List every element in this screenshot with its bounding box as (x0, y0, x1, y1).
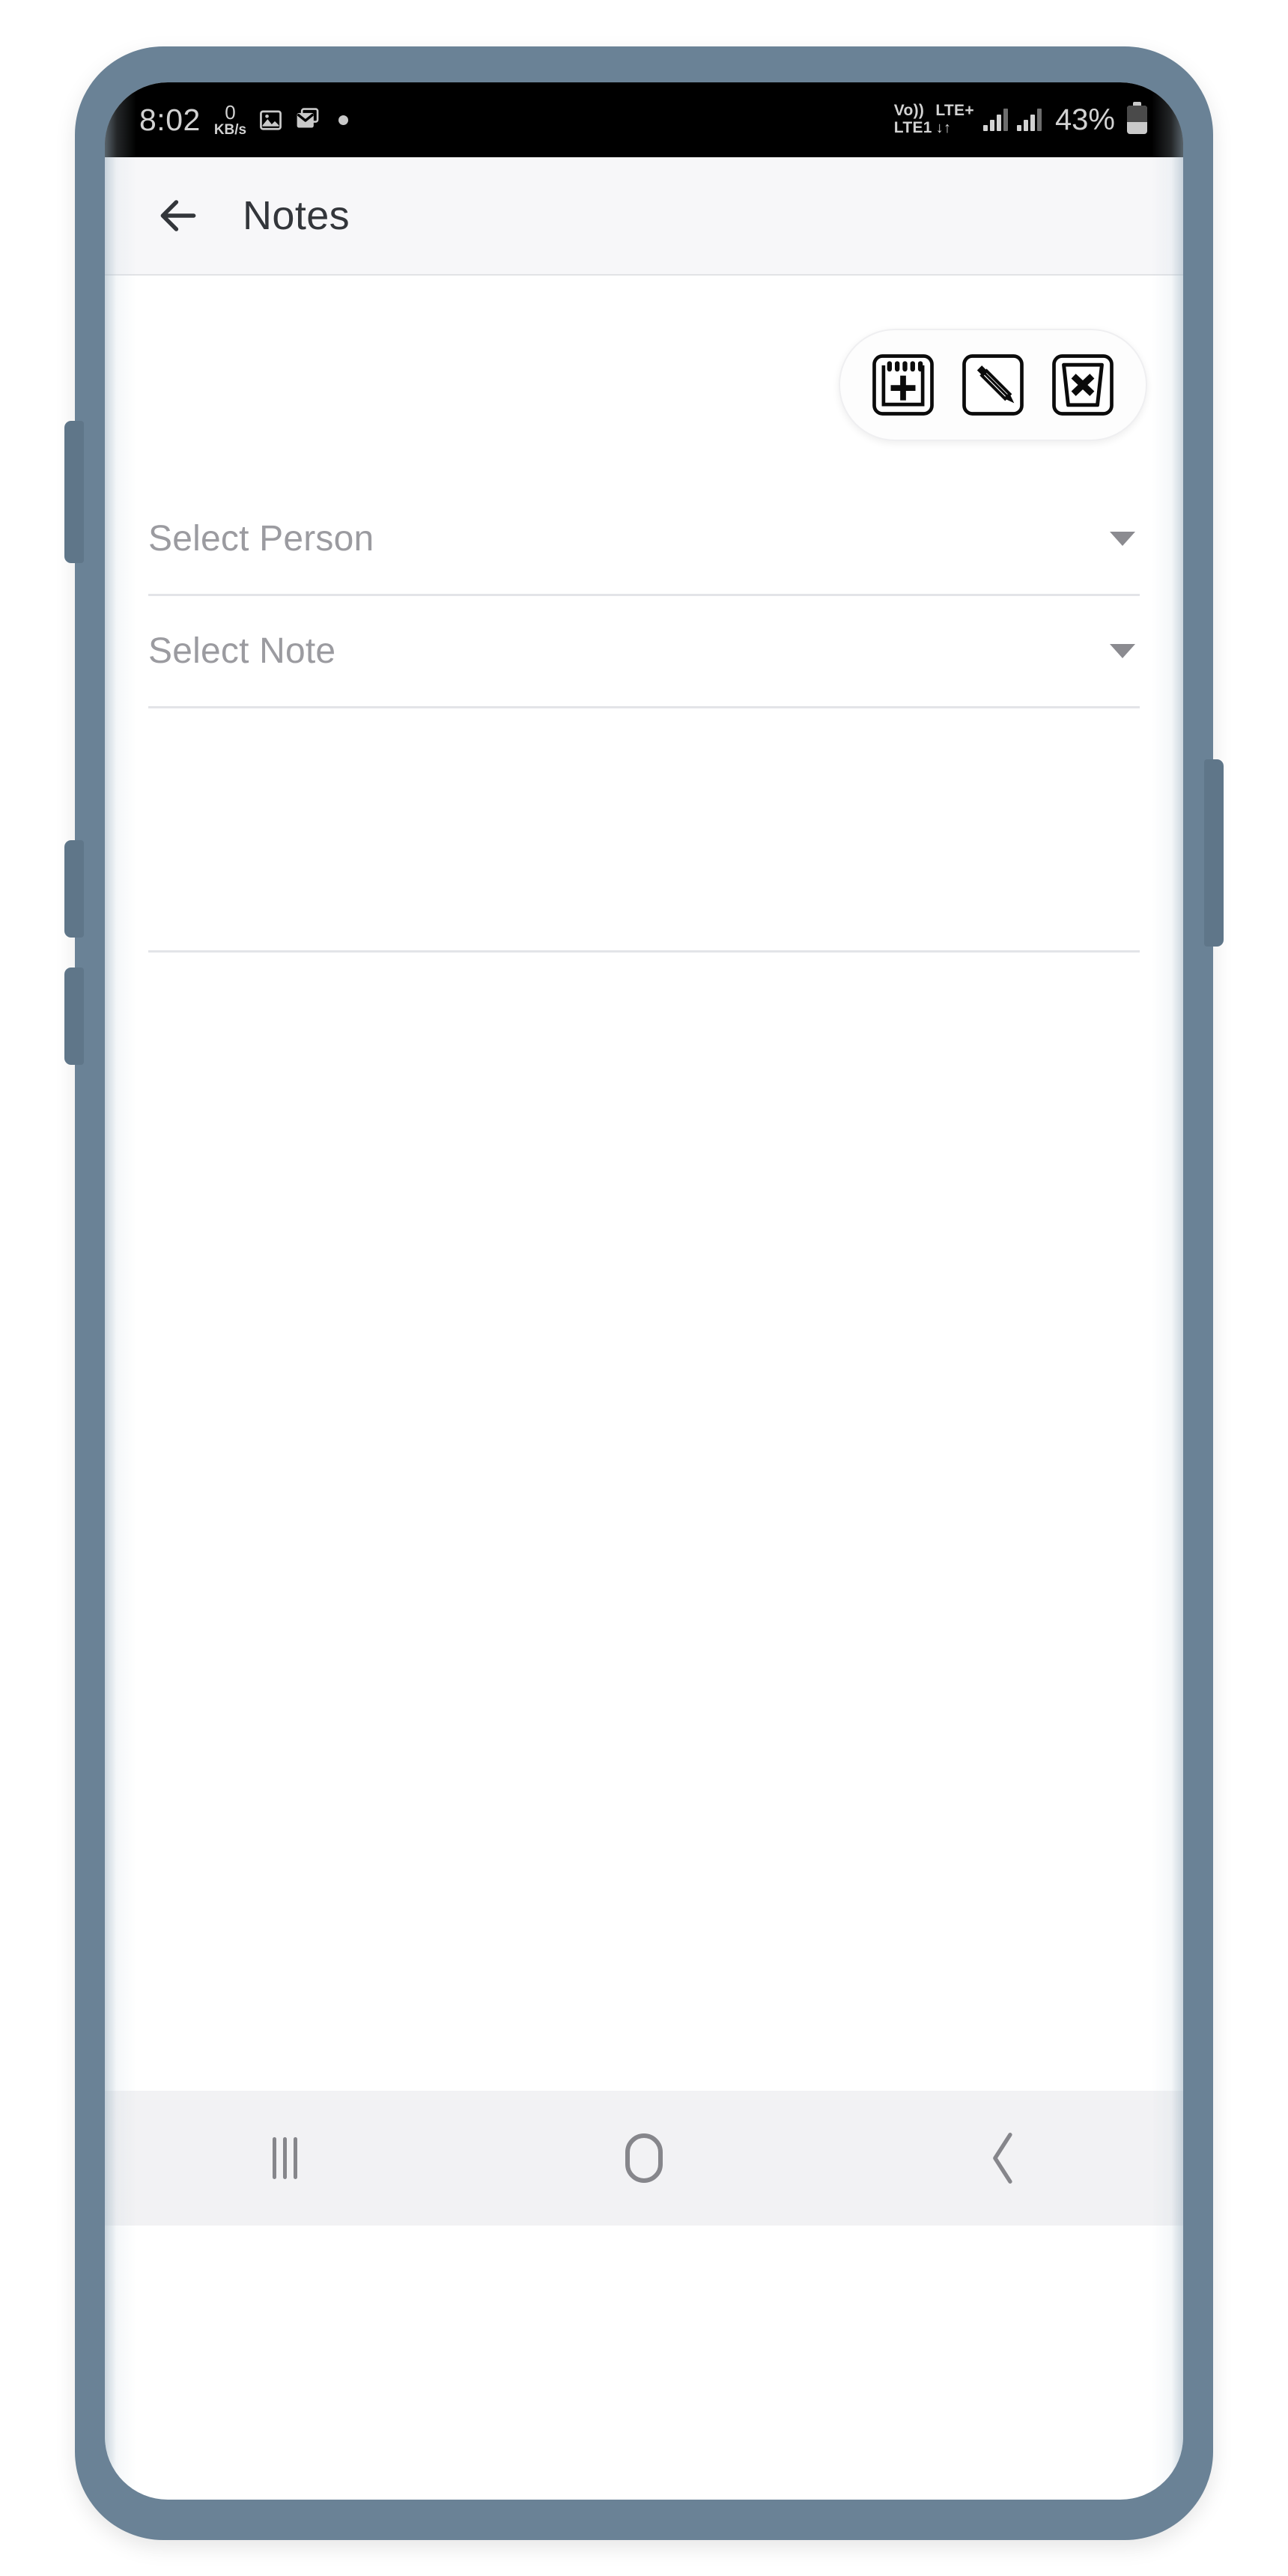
select-person-label: Select Person (148, 519, 374, 559)
system-navigation-bar (105, 2091, 1183, 2226)
signal-strength-sim1-icon (982, 109, 1008, 131)
image-icon (258, 108, 283, 133)
status-bar-right-group: Vo)) LTE+ LTE1 ↓↑ 43% (893, 102, 1147, 136)
network-speed-value: 0 (225, 101, 236, 124)
select-person-dropdown[interactable]: Select Person (148, 484, 1140, 596)
caret-down-icon (1110, 644, 1135, 658)
note-actions-toolbar (839, 329, 1147, 441)
battery-percent-label: 43% (1054, 103, 1115, 136)
edit-note-button[interactable] (959, 350, 1027, 419)
sim-label: LTE1 (893, 119, 932, 136)
back-nav-button[interactable] (929, 2113, 1078, 2203)
bixby-hardware-button[interactable] (64, 421, 84, 563)
home-icon (625, 2133, 663, 2183)
add-note-button[interactable] (869, 350, 938, 419)
status-clock: 8:02 (139, 102, 201, 137)
arrow-left-icon (160, 200, 196, 231)
signal-strength-sim2-icon (1016, 109, 1042, 131)
status-bar-left-group: 8:02 0 KB/s (139, 102, 349, 138)
app-bar: Notes (105, 157, 1183, 276)
select-note-label: Select Note (148, 631, 336, 671)
pencil-icon (962, 354, 1024, 416)
volte-indicator: Vo)) LTE+ LTE1 ↓↑ (893, 102, 974, 136)
notepad-plus-icon (872, 354, 934, 416)
network-type-label: LTE+ (935, 102, 974, 120)
notification-dot-icon (338, 115, 349, 125)
recents-button[interactable] (210, 2113, 359, 2203)
power-hardware-button[interactable] (1204, 759, 1224, 947)
back-button[interactable] (150, 187, 207, 244)
volume-down-hardware-button[interactable] (64, 967, 84, 1065)
data-arrows-icon: ↓↑ (935, 119, 952, 136)
trash-x-icon (1052, 354, 1114, 416)
note-body-input[interactable] (148, 708, 1140, 953)
select-note-dropdown[interactable]: Select Note (148, 596, 1140, 708)
network-speed-indicator: 0 KB/s (214, 103, 246, 137)
main-content: Select Person Select Note (105, 276, 1183, 2226)
network-speed-unit: KB/s (213, 122, 247, 138)
phone-device-frame: 8:02 0 KB/s Vo)) LTE+ LTE1 ↓↑ 43% Notes … (64, 46, 1224, 2540)
home-button[interactable] (569, 2113, 719, 2203)
back-chevron-icon (993, 2133, 1012, 2184)
recents-icon (272, 2137, 297, 2179)
volte-label: Vo)) (893, 102, 925, 120)
caret-down-icon (1110, 532, 1135, 546)
page-title: Notes (243, 193, 350, 238)
phone-screen: 8:02 0 KB/s Vo)) LTE+ LTE1 ↓↑ 43% Notes … (105, 82, 1183, 2500)
volume-up-hardware-button[interactable] (64, 840, 84, 938)
delete-note-button[interactable] (1048, 350, 1117, 419)
gmail-icon (295, 107, 321, 133)
status-bar: 8:02 0 KB/s Vo)) LTE+ LTE1 ↓↑ 43% (105, 82, 1183, 157)
battery-icon (1127, 102, 1147, 134)
